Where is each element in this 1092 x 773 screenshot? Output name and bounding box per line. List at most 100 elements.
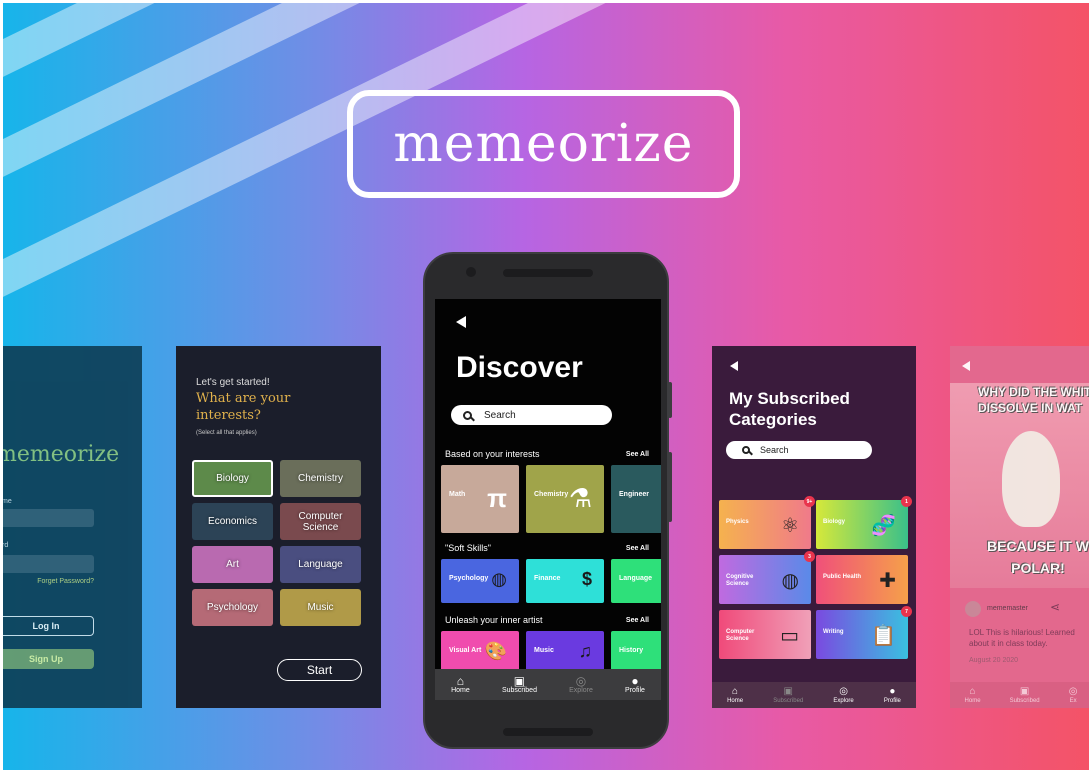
card-icon: ✚ (879, 570, 896, 592)
nav-label: Profile (883, 698, 901, 704)
interests-hint: (Select all that applies) (196, 430, 257, 436)
see-all-link[interactable]: See All (626, 617, 649, 624)
nav-label: Subscribed (501, 687, 537, 694)
card-icon: 🎨 (484, 641, 507, 661)
bottom-nav: ⌂ Home ▣ Subscribed ◎ Explore ● Profile (435, 669, 661, 700)
card-icon: ▭ (780, 625, 799, 647)
speaker-grille (503, 269, 593, 277)
nav-label: Subscribed (1009, 698, 1040, 704)
nav-item[interactable]: ⌂ Home (965, 686, 981, 704)
meme-screen: WHY DID THE WHIT DISSOLVE IN WAT BECAUSE… (950, 346, 1092, 708)
interests-screen: Let's get started! What are your interes… (176, 346, 381, 708)
page-title: Discover (456, 351, 583, 384)
card-label: History (619, 647, 644, 654)
card-label: Engineer (619, 491, 649, 498)
nav-label: Home (964, 698, 981, 704)
nav-item-subscribed[interactable]: ▣ Subscribed (502, 675, 537, 694)
card-label: Computer Science (726, 629, 755, 642)
back-arrow-icon[interactable] (730, 361, 738, 371)
notification-badge: 9+ (804, 496, 815, 507)
nav-icon: ● (889, 686, 896, 697)
subscribed-category-card[interactable]: Writing 📋 7 (816, 606, 912, 659)
post-comment: LOL This is hilarious! Learned about it … (969, 628, 1075, 648)
topic-tile[interactable]: Biology (192, 460, 273, 497)
back-arrow-icon[interactable] (962, 361, 970, 371)
nav-label: Ex (1069, 698, 1077, 704)
nav-item[interactable]: ▣ Subscribed (1010, 686, 1040, 704)
topic-tile[interactable]: Computer Science (280, 503, 361, 540)
topic-tile[interactable]: Chemistry (280, 460, 361, 497)
meme-top-text: WHY DID THE WHIT DISSOLVE IN WAT (978, 385, 1092, 415)
nav-item-profile[interactable]: ● Profile (625, 675, 645, 694)
username-field[interactable] (2, 509, 94, 527)
notification-badge: 3 (804, 551, 815, 562)
signup-button[interactable]: Sign Up (2, 649, 94, 669)
nav-item-subscribed[interactable]: ▣ Subscribed (773, 686, 803, 704)
avatar[interactable] (965, 601, 981, 617)
topic-tile[interactable]: Psychology (192, 589, 273, 626)
bookmark-icon: ▣ (513, 674, 526, 688)
subscribed-category-card[interactable]: Biology 🧬 1 (816, 496, 912, 549)
search-placeholder: Search (760, 445, 789, 455)
category-card[interactable]: Math π (441, 465, 519, 533)
nav-item-home[interactable]: ⌂ Home (727, 686, 743, 704)
nav-item[interactable]: ◎ Ex (1069, 686, 1078, 704)
forgot-password-link[interactable]: Forget Password? (37, 578, 94, 585)
back-arrow-icon[interactable] (456, 316, 466, 328)
subscribed-category-card[interactable]: Public Health ✚ (816, 555, 908, 604)
person-icon: ● (631, 674, 639, 688)
card-icon: $ (581, 569, 592, 589)
password-field[interactable] (2, 555, 94, 573)
card-icon: ⚛ (781, 515, 799, 537)
card-icon: π (487, 483, 507, 513)
search-placeholder: Search (484, 409, 516, 421)
card-icon: 🧬 (871, 515, 896, 537)
logo-text: memeorize (393, 114, 694, 174)
share-icon[interactable]: ⋖ (1050, 600, 1060, 614)
card-label: Visual Art (449, 647, 482, 654)
subscribed-screen: My Subscribed Categories Search Physics ⚛… (712, 346, 916, 708)
topic-tile[interactable]: Economics (192, 503, 273, 540)
post-author[interactable]: mememaster (987, 605, 1028, 612)
see-all-link[interactable]: See All (626, 451, 649, 458)
card-label: Physics (726, 519, 749, 525)
search-input[interactable]: Search (726, 441, 872, 459)
card-label: Math (449, 491, 466, 498)
card-label: Writing (823, 629, 844, 635)
username-label: me (2, 498, 12, 505)
nav-label: Explore (569, 687, 593, 694)
start-button[interactable]: Start (277, 659, 362, 681)
category-card[interactable]: Chemistry ⚗ (526, 465, 604, 533)
bottom-nav: ⌂ Home ▣ Subscribed ◎ Ex (950, 682, 1092, 708)
nav-label: Subscribed (773, 698, 804, 704)
category-card[interactable]: Language (611, 559, 661, 603)
nav-item-home[interactable]: ⌂ Home (451, 675, 470, 694)
volume-button (668, 382, 672, 418)
subscribed-category-card[interactable]: Cognitive Science ◍ 3 (719, 551, 815, 604)
brand-logo: memeorize (347, 90, 740, 198)
search-icon (463, 410, 472, 420)
nav-item-explore[interactable]: ◎ Explore (833, 686, 853, 704)
section-title: "Soft Skills" (445, 543, 491, 553)
password-label: rd (2, 542, 9, 549)
search-input[interactable]: Search (451, 405, 612, 425)
category-card[interactable]: Psychology ◍ (441, 559, 519, 603)
category-card[interactable]: Finance $ (526, 559, 604, 603)
nav-item-explore[interactable]: ◎ Explore (569, 675, 593, 694)
nav-item-profile[interactable]: ● Profile (884, 686, 901, 704)
subscribed-category-card[interactable]: Computer Science ▭ (719, 610, 811, 659)
page-title: My Subscribed Categories (729, 389, 850, 429)
interests-intro: Let's get started! (196, 377, 270, 388)
nav-label: Home (451, 687, 470, 694)
see-all-link[interactable]: See All (626, 545, 649, 552)
topic-tile[interactable]: Language (280, 546, 361, 583)
category-card[interactable]: Engineer (611, 465, 661, 533)
login-button[interactable]: Log In (2, 616, 94, 636)
card-label: Language (619, 575, 653, 582)
subscribed-category-card[interactable]: Physics ⚛ 9+ (719, 496, 815, 549)
globe-icon: ◎ (575, 674, 587, 688)
card-icon: ♫ (578, 641, 593, 661)
topic-tile[interactable]: Art (192, 546, 273, 583)
nav-icon: ◎ (1068, 686, 1078, 697)
topic-tile[interactable]: Music (280, 589, 361, 626)
